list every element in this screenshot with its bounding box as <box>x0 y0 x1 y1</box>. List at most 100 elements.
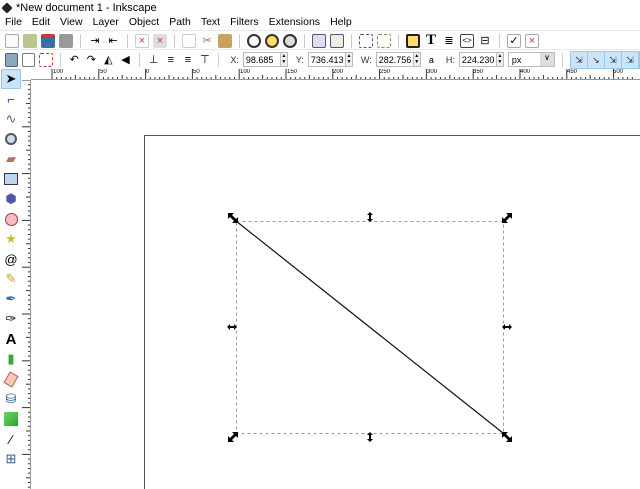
zoom-tool[interactable] <box>1 129 21 149</box>
vertical-ruler <box>22 80 31 489</box>
preferences-icon[interactable]: ✓ <box>507 33 521 48</box>
select-all-layers-icon[interactable] <box>22 52 36 67</box>
menu-layer[interactable]: Layer <box>88 15 124 30</box>
rotate-ccw-icon[interactable]: ↶ <box>68 53 81 67</box>
text-font-icon[interactable]: T <box>424 34 438 48</box>
scale-handle-se[interactable] <box>502 432 512 442</box>
lock-icon[interactable]: a <box>425 53 438 67</box>
x-value[interactable]: 98.685 <box>246 55 280 65</box>
cut-icon[interactable]: ✂ <box>200 34 214 48</box>
w-input[interactable]: 282.756 ▲ ▼ <box>375 52 421 67</box>
ruler-label: 300 <box>427 69 438 75</box>
flip-horizontal-icon[interactable]: ◭ <box>102 53 115 67</box>
eraser-tool[interactable] <box>1 369 21 389</box>
new-icon[interactable] <box>5 33 19 48</box>
fill-stroke-icon[interactable] <box>406 33 420 48</box>
menu-edit[interactable]: Edit <box>27 15 55 30</box>
paste-icon[interactable] <box>218 33 232 48</box>
align-icon[interactable]: ⊟ <box>478 34 492 48</box>
lower-to-bottom-icon[interactable]: ⊤ <box>198 53 211 67</box>
pencil-tool[interactable]: ✎ <box>1 269 21 289</box>
h-input[interactable]: 224.230 ▲ ▼ <box>458 52 504 67</box>
paint-bucket-tool[interactable]: ⛁ <box>1 389 21 409</box>
move-gradients-icon[interactable]: ⇲ <box>605 51 622 68</box>
raise-to-top-icon[interactable]: ⊥ <box>147 53 160 67</box>
layers-icon[interactable]: ≣ <box>442 34 456 48</box>
select-all-icon[interactable] <box>5 52 19 67</box>
menu-file[interactable]: File <box>0 15 27 30</box>
undo-icon[interactable]: × <box>135 33 149 48</box>
chevron-down-icon[interactable]: ∨ <box>540 53 555 66</box>
y-input[interactable]: 736.413 ▲ ▼ <box>307 52 353 67</box>
x-spinner[interactable]: ▲ ▼ <box>279 53 287 66</box>
scale-handle-w[interactable] <box>227 324 237 330</box>
line-path[interactable] <box>235 220 504 434</box>
deselect-icon[interactable] <box>39 52 53 67</box>
scale-handle-nw[interactable] <box>228 213 238 223</box>
text-tool[interactable]: A <box>1 329 21 349</box>
import-icon[interactable]: ⇥ <box>88 34 102 48</box>
flip-vertical-icon[interactable]: ◀ <box>119 53 132 67</box>
menu-object[interactable]: Object <box>124 15 164 30</box>
y-spinner[interactable]: ▲ ▼ <box>344 53 352 66</box>
x-input[interactable]: 98.685 ▲ ▼ <box>242 52 288 67</box>
selector-tool[interactable]: ➤ <box>1 69 21 89</box>
scale-handle-n[interactable] <box>367 212 373 222</box>
zoom-selection-icon[interactable] <box>247 33 261 48</box>
menu-extensions[interactable]: Extensions <box>264 15 325 30</box>
zoom-page-icon[interactable] <box>283 33 297 48</box>
connector-tool[interactable]: ⊞ <box>1 449 21 469</box>
star-tool[interactable]: ★ <box>1 229 21 249</box>
node-tool[interactable]: ⌐ <box>1 89 21 109</box>
scale-corners-icon[interactable]: ↘ <box>588 51 605 68</box>
clone-icon[interactable] <box>330 33 344 48</box>
w-spinner[interactable]: ▲ ▼ <box>412 53 420 66</box>
lower-icon[interactable]: ≡ <box>181 53 194 67</box>
scale-handle-ne[interactable] <box>502 213 512 223</box>
dropper-tool[interactable]: ⁄ <box>1 429 21 449</box>
x-label: X: <box>230 54 239 65</box>
rectangle-tool[interactable] <box>1 169 21 189</box>
tweak-tool[interactable]: ∿ <box>1 109 21 129</box>
w-label: W: <box>360 54 372 65</box>
move-patterns-icon[interactable]: ⇲ <box>622 51 639 68</box>
drawing-area[interactable] <box>32 81 640 489</box>
print-icon[interactable] <box>59 33 73 48</box>
open-icon[interactable] <box>23 33 37 48</box>
menu-view[interactable]: View <box>55 15 88 30</box>
y-value[interactable]: 736.413 <box>311 55 345 65</box>
group-icon[interactable] <box>359 33 373 48</box>
rotate-cw-icon[interactable]: ↷ <box>85 53 98 67</box>
measure-tool[interactable]: ▰ <box>1 149 21 169</box>
h-value[interactable]: 224.230 <box>462 55 496 65</box>
export-icon[interactable]: ⇤ <box>106 34 120 48</box>
copy-icon[interactable] <box>182 33 196 48</box>
h-spinner[interactable]: ▲ ▼ <box>495 53 503 66</box>
scale-handle-sw[interactable] <box>228 432 238 442</box>
raise-icon[interactable]: ≡ <box>164 53 177 67</box>
3dbox-tool[interactable]: ⬢ <box>1 189 21 209</box>
save-icon[interactable] <box>41 33 55 48</box>
menu-filters[interactable]: Filters <box>225 15 264 30</box>
scale-stroke-icon[interactable]: ⇲ <box>571 51 588 68</box>
pen-tool[interactable]: ✒ <box>1 289 21 309</box>
ellipse-tool[interactable] <box>1 209 21 229</box>
ungroup-icon[interactable] <box>377 33 391 48</box>
gradient-tool[interactable] <box>1 409 21 429</box>
spray-tool[interactable]: ▮ <box>1 349 21 369</box>
zoom-drawing-icon[interactable] <box>265 33 279 48</box>
redo-icon[interactable]: × <box>153 33 167 48</box>
inkscape-logo-icon <box>1 2 13 14</box>
xml-editor-icon[interactable]: <> <box>460 33 474 48</box>
document-properties-icon[interactable]: × <box>525 33 539 48</box>
menu-path[interactable]: Path <box>164 15 196 30</box>
w-value[interactable]: 282.756 <box>379 55 413 65</box>
duplicate-icon[interactable] <box>312 33 326 48</box>
spiral-tool[interactable]: @ <box>1 249 21 269</box>
ruler-label: 200 <box>333 69 344 75</box>
calligraphy-tool[interactable]: ✑ <box>1 309 21 329</box>
menu-text[interactable]: Text <box>196 15 225 30</box>
menu-help[interactable]: Help <box>325 15 357 30</box>
unit-select[interactable]: px ∨ <box>507 52 556 67</box>
canvas[interactable] <box>32 81 640 489</box>
